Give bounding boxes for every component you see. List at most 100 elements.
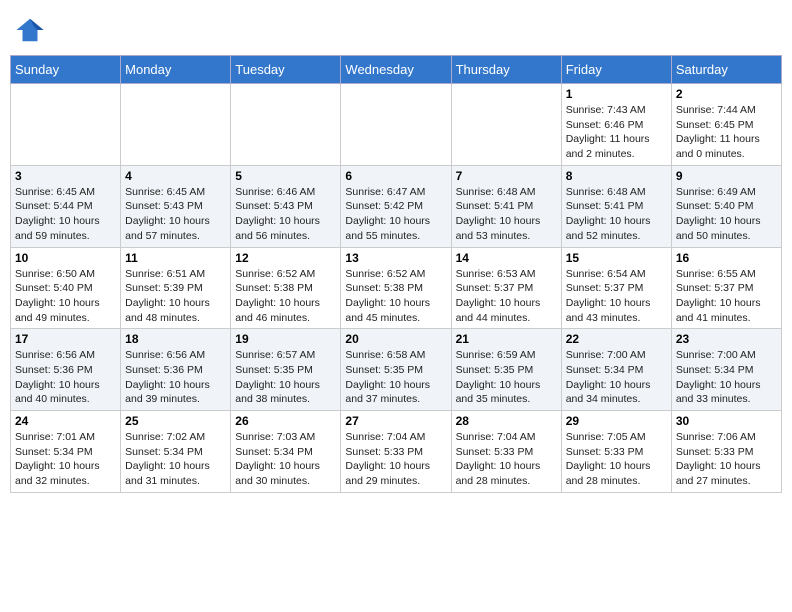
day-detail: Sunrise: 7:43 AMSunset: 6:46 PMDaylight:…	[566, 103, 667, 162]
calendar-day-cell: 9 Sunrise: 6:49 AMSunset: 5:40 PMDaylight…	[671, 165, 781, 247]
day-number: 24	[15, 414, 116, 428]
day-detail: Sunrise: 6:45 AMSunset: 5:44 PMDaylight:…	[15, 185, 116, 244]
calendar-day-cell: 13Sunrise: 6:52 AMSunset: 5:38 PMDayligh…	[341, 247, 451, 329]
day-detail: Sunrise: 7:01 AMSunset: 5:34 PMDaylight:…	[15, 430, 116, 489]
day-detail: Sunrise: 7:00 AMSunset: 5:34 PMDaylight:…	[676, 348, 777, 407]
day-number: 13	[345, 251, 446, 265]
day-detail: Sunrise: 7:04 AMSunset: 5:33 PMDaylight:…	[456, 430, 557, 489]
day-detail: Sunrise: 6:54 AMSunset: 5:37 PMDaylight:…	[566, 267, 667, 326]
calendar-day-cell: 12 Sunrise: 6:52 AMSunset: 5:38 PMDayligh…	[231, 247, 341, 329]
day-detail: Sunrise: 6:45 AMSunset: 5:43 PMDaylight:…	[125, 185, 226, 244]
day-number: 19	[235, 332, 336, 346]
day-number: 20	[345, 332, 446, 346]
calendar-day-cell	[341, 84, 451, 166]
calendar-day-cell: 23 Sunrise: 7:00 AMSunset: 5:34 PMDayligh…	[671, 329, 781, 411]
calendar-day-cell: 7Sunrise: 6:48 AMSunset: 5:41 PMDaylight…	[451, 165, 561, 247]
day-number: 7	[456, 169, 557, 183]
day-number: 9	[676, 169, 777, 183]
day-number: 21	[456, 332, 557, 346]
weekday-header: Wednesday	[341, 56, 451, 84]
calendar-day-cell: 5 Sunrise: 6:46 AMSunset: 5:43 PMDaylight…	[231, 165, 341, 247]
page-header	[10, 10, 782, 45]
weekday-header: Tuesday	[231, 56, 341, 84]
day-number: 22	[566, 332, 667, 346]
day-number: 30	[676, 414, 777, 428]
calendar-day-cell: 1 Sunrise: 7:43 AMSunset: 6:46 PMDaylight…	[561, 84, 671, 166]
calendar-day-cell: 16Sunrise: 6:55 AMSunset: 5:37 PMDayligh…	[671, 247, 781, 329]
day-number: 28	[456, 414, 557, 428]
logo	[15, 15, 49, 45]
day-number: 25	[125, 414, 226, 428]
calendar-table: SundayMondayTuesdayWednesdayThursdayFrid…	[10, 55, 782, 493]
day-number: 1	[566, 87, 667, 101]
calendar-day-cell: 2 Sunrise: 7:44 AMSunset: 6:45 PMDaylight…	[671, 84, 781, 166]
day-detail: Sunrise: 6:47 AMSunset: 5:42 PMDaylight:…	[345, 185, 446, 244]
day-number: 2	[676, 87, 777, 101]
calendar-day-cell: 24 Sunrise: 7:01 AMSunset: 5:34 PMDayligh…	[11, 411, 121, 493]
calendar-day-cell	[451, 84, 561, 166]
calendar-day-cell: 25 Sunrise: 7:02 AMSunset: 5:34 PMDayligh…	[121, 411, 231, 493]
day-detail: Sunrise: 7:44 AMSunset: 6:45 PMDaylight:…	[676, 103, 777, 162]
day-number: 4	[125, 169, 226, 183]
day-number: 18	[125, 332, 226, 346]
calendar-week-row: 17 Sunrise: 6:56 AMSunset: 5:36 PMDayligh…	[11, 329, 782, 411]
day-number: 11	[125, 251, 226, 265]
weekday-header: Thursday	[451, 56, 561, 84]
day-number: 12	[235, 251, 336, 265]
day-detail: Sunrise: 7:03 AMSunset: 5:34 PMDaylight:…	[235, 430, 336, 489]
calendar-day-cell: 27 Sunrise: 7:04 AMSunset: 5:33 PMDayligh…	[341, 411, 451, 493]
calendar-day-cell: 22 Sunrise: 7:00 AMSunset: 5:34 PMDayligh…	[561, 329, 671, 411]
calendar-header-row: SundayMondayTuesdayWednesdayThursdayFrid…	[11, 56, 782, 84]
day-detail: Sunrise: 7:00 AMSunset: 5:34 PMDaylight:…	[566, 348, 667, 407]
day-number: 5	[235, 169, 336, 183]
calendar-day-cell: 15 Sunrise: 6:54 AMSunset: 5:37 PMDayligh…	[561, 247, 671, 329]
weekday-header: Monday	[121, 56, 231, 84]
day-detail: Sunrise: 6:59 AMSunset: 5:35 PMDaylight:…	[456, 348, 557, 407]
calendar-day-cell	[11, 84, 121, 166]
calendar-week-row: 3Sunrise: 6:45 AMSunset: 5:44 PMDaylight…	[11, 165, 782, 247]
calendar-day-cell: 26 Sunrise: 7:03 AMSunset: 5:34 PMDayligh…	[231, 411, 341, 493]
calendar-day-cell	[121, 84, 231, 166]
day-number: 29	[566, 414, 667, 428]
calendar-week-row: 24 Sunrise: 7:01 AMSunset: 5:34 PMDayligh…	[11, 411, 782, 493]
calendar-day-cell: 11 Sunrise: 6:51 AMSunset: 5:39 PMDayligh…	[121, 247, 231, 329]
day-number: 23	[676, 332, 777, 346]
day-detail: Sunrise: 6:56 AMSunset: 5:36 PMDaylight:…	[15, 348, 116, 407]
day-number: 17	[15, 332, 116, 346]
day-number: 8	[566, 169, 667, 183]
calendar-day-cell	[231, 84, 341, 166]
day-number: 14	[456, 251, 557, 265]
day-number: 26	[235, 414, 336, 428]
calendar-day-cell: 30Sunrise: 7:06 AMSunset: 5:33 PMDayligh…	[671, 411, 781, 493]
calendar-day-cell: 4 Sunrise: 6:45 AMSunset: 5:43 PMDaylight…	[121, 165, 231, 247]
calendar-day-cell: 19 Sunrise: 6:57 AMSunset: 5:35 PMDayligh…	[231, 329, 341, 411]
calendar-day-cell: 8 Sunrise: 6:48 AMSunset: 5:41 PMDaylight…	[561, 165, 671, 247]
day-detail: Sunrise: 6:56 AMSunset: 5:36 PMDaylight:…	[125, 348, 226, 407]
day-number: 27	[345, 414, 446, 428]
calendar-day-cell: 18 Sunrise: 6:56 AMSunset: 5:36 PMDayligh…	[121, 329, 231, 411]
day-detail: Sunrise: 7:04 AMSunset: 5:33 PMDaylight:…	[345, 430, 446, 489]
day-detail: Sunrise: 6:52 AMSunset: 5:38 PMDaylight:…	[235, 267, 336, 326]
day-detail: Sunrise: 6:51 AMSunset: 5:39 PMDaylight:…	[125, 267, 226, 326]
calendar-day-cell: 3Sunrise: 6:45 AMSunset: 5:44 PMDaylight…	[11, 165, 121, 247]
day-detail: Sunrise: 6:46 AMSunset: 5:43 PMDaylight:…	[235, 185, 336, 244]
day-detail: Sunrise: 6:57 AMSunset: 5:35 PMDaylight:…	[235, 348, 336, 407]
calendar-week-row: 1 Sunrise: 7:43 AMSunset: 6:46 PMDaylight…	[11, 84, 782, 166]
day-number: 10	[15, 251, 116, 265]
day-detail: Sunrise: 6:53 AMSunset: 5:37 PMDaylight:…	[456, 267, 557, 326]
logo-icon	[15, 15, 45, 45]
day-detail: Sunrise: 6:58 AMSunset: 5:35 PMDaylight:…	[345, 348, 446, 407]
calendar-day-cell: 10Sunrise: 6:50 AMSunset: 5:40 PMDayligh…	[11, 247, 121, 329]
day-detail: Sunrise: 6:55 AMSunset: 5:37 PMDaylight:…	[676, 267, 777, 326]
calendar-day-cell: 14 Sunrise: 6:53 AMSunset: 5:37 PMDayligh…	[451, 247, 561, 329]
weekday-header: Saturday	[671, 56, 781, 84]
day-number: 15	[566, 251, 667, 265]
calendar-day-cell: 20 Sunrise: 6:58 AMSunset: 5:35 PMDayligh…	[341, 329, 451, 411]
day-detail: Sunrise: 6:48 AMSunset: 5:41 PMDaylight:…	[566, 185, 667, 244]
day-detail: Sunrise: 7:05 AMSunset: 5:33 PMDaylight:…	[566, 430, 667, 489]
day-detail: Sunrise: 7:02 AMSunset: 5:34 PMDaylight:…	[125, 430, 226, 489]
day-detail: Sunrise: 6:49 AMSunset: 5:40 PMDaylight:…	[676, 185, 777, 244]
day-number: 6	[345, 169, 446, 183]
weekday-header: Friday	[561, 56, 671, 84]
calendar-week-row: 10Sunrise: 6:50 AMSunset: 5:40 PMDayligh…	[11, 247, 782, 329]
